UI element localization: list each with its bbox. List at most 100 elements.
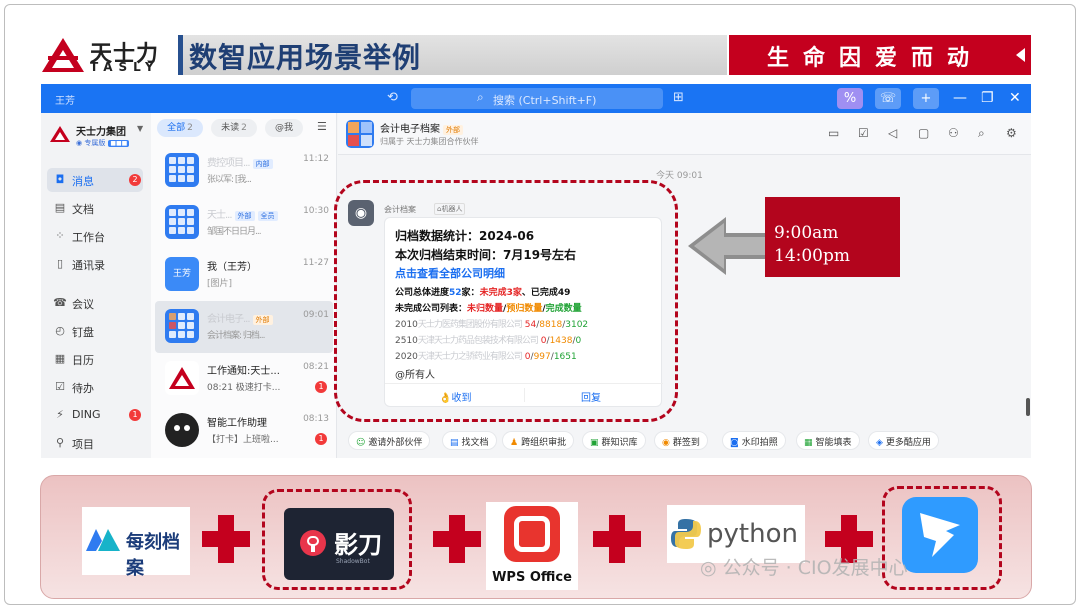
more-apps-button[interactable]: ◈ 更多酷应用 (868, 431, 939, 450)
find-doc-icon: ▤ (450, 438, 459, 448)
search-input[interactable]: ⌕ 搜索 (Ctrl+Shift+F) (411, 88, 663, 109)
conversation-name: 天士... 外部 全员 (207, 206, 278, 221)
wechat-watermark: ◎ 公众号 · CIO发展中心 (700, 557, 908, 579)
minimize-icon[interactable]: — (953, 90, 967, 106)
group-avatar (346, 120, 374, 148)
conversation-item[interactable]: 王芳 我（王芳） [图片] 11-27 (155, 249, 333, 301)
wps-text: WPS Office (492, 570, 572, 585)
conversation-item[interactable]: 天士... 外部 全员 邹国不日日月... 10:30 (155, 197, 333, 249)
ai-assistant-button[interactable]: % (837, 88, 863, 109)
meike-text: 每刻档案 (126, 532, 180, 579)
cross-org-approval-button[interactable]: ♟ 跨组织审批 (502, 431, 575, 450)
chat-title: 会计电子档案 外部 (380, 120, 463, 135)
left-arrow-icon (688, 217, 770, 275)
folder-icon[interactable]: ▢ (918, 126, 929, 140)
find-doc-button[interactable]: ▤ 找文档 (442, 431, 497, 450)
tab-mentions[interactable]: @我 (265, 119, 303, 137)
conversation-item[interactable]: 智能工作助理 【打卡】上班啦... 08:13 1 (155, 405, 333, 457)
conversation-time: 11:12 (303, 154, 329, 164)
add-button[interactable]: + (913, 88, 939, 109)
org-name: 天士力集团 (76, 127, 126, 138)
task-icon[interactable]: ☑ (858, 126, 869, 140)
watermark-photo-button[interactable]: ◙ 水印拍照 (722, 431, 786, 450)
project-icon: ⚲ (55, 436, 65, 449)
page-title: 数智应用场景举例 (189, 41, 422, 74)
conversation-time: 10:30 (303, 206, 329, 216)
slogan-banner: 生命因爱而动 (729, 35, 1031, 75)
settings-gear-icon[interactable]: ⚙ (1006, 126, 1017, 140)
grid-icon: ⁘ (55, 229, 65, 242)
close-icon[interactable]: ✕ (1009, 90, 1021, 106)
org-edition: ◉ 专属版 ■■■ (76, 139, 130, 147)
tasly-mark-icon (42, 38, 84, 72)
left-nav: 天士力集团 ▼ ◉ 专属版 ■■■ ◘ 消息 2 ▤ 文档 ⁘ 工作台 ▯ 通讯录… (41, 113, 151, 458)
live-icon[interactable]: ▭ (828, 126, 839, 140)
meeting-icon: ☎ (53, 296, 67, 309)
org-switcher[interactable]: 天士力集团 ▼ ◉ 专属版 ■■■ (49, 123, 149, 151)
approval-icon: ♟ (510, 438, 519, 448)
conversation-list: 全部 2 未读 2 @我 ☰ 费控项目... 内部 张以军: [我... 11:12 … (151, 113, 337, 458)
contacts-icon: ▯ (56, 257, 64, 270)
nav-item-meeting[interactable]: ☎ 会议 (47, 291, 143, 315)
yingdao-mark-icon (300, 530, 326, 556)
filter-tabs: 全部 2 未读 2 @我 ☰ (151, 119, 337, 139)
conversation-time: 08:13 (303, 414, 329, 424)
conversation-preview: 【打卡】上班啦... (207, 435, 279, 445)
nav-item-docs[interactable]: ▤ 文档 (47, 196, 143, 220)
unread-badge: 2 (129, 174, 141, 186)
nav-item-workbench[interactable]: ⁘ 工作台 (47, 224, 143, 248)
group-avatar (165, 205, 199, 239)
conversation-name: 工作通知:天士... (207, 366, 280, 377)
nav-item-ding[interactable]: ⚡ DING 1 (47, 403, 143, 427)
conversation-time: 08:21 (303, 362, 329, 372)
unread-badge: 1 (315, 381, 327, 393)
conversation-item-selected[interactable]: 会计电子... 外部 会计档案: 归档... 09:01 (155, 301, 333, 353)
nav-item-project[interactable]: ⚲ 项目 (47, 431, 143, 455)
invite-partner-button[interactable]: ☺ 邀请外部伙伴 (348, 431, 431, 450)
org-logo-icon (50, 126, 70, 142)
nav-item-calendar[interactable]: ▦ 日历 (47, 347, 143, 371)
todo-icon: ☑ (55, 380, 65, 393)
nav-item-messages[interactable]: ◘ 消息 2 (47, 168, 143, 192)
nav-item-contacts[interactable]: ▯ 通讯录 (47, 252, 143, 276)
card-highlight-frame (334, 180, 678, 422)
conversation-item[interactable]: 费控项目... 内部 张以军: [我... 11:12 (155, 145, 333, 197)
nav-item-disk[interactable]: ◴ 钉盘 (47, 319, 143, 343)
group-checkin-button[interactable]: ◉ 群签到 (654, 431, 708, 450)
form-icon: ▦ (804, 438, 813, 448)
dingtalk-logo-icon (902, 497, 978, 573)
wechat-icon: ◎ (700, 557, 723, 579)
search-chat-icon[interactable]: ⌕ (978, 126, 985, 141)
nav-item-todo[interactable]: ☑ 待办 (47, 375, 143, 399)
conversation-name: 智能工作助理 (207, 418, 267, 429)
more-apps-icon: ◈ (876, 438, 883, 448)
user-avatar: 王芳 (165, 257, 199, 291)
meike-mark-icon (86, 529, 120, 551)
assistant-avatar (165, 413, 199, 447)
schedule-note: 9:00am 14:00pm (765, 197, 900, 277)
chat-scrollbar[interactable] (1026, 398, 1030, 416)
smart-form-button[interactable]: ▦ 智能填表 (796, 431, 860, 450)
history-icon[interactable]: ⟲ (387, 90, 398, 105)
add-member-icon[interactable]: ⚇ (948, 126, 959, 140)
search-icon: ⌕ (477, 90, 484, 104)
current-user: 王芳 (55, 96, 75, 107)
tab-all[interactable]: 全部 2 (157, 119, 203, 137)
wps-office-logo: WPS Office (486, 502, 578, 590)
camera-icon: ◙ (730, 438, 739, 448)
apps-grid-icon[interactable]: ⊞ (673, 90, 684, 105)
unread-badge: 1 (315, 433, 327, 445)
tab-unread[interactable]: 未读 2 (211, 119, 257, 137)
chat-subtitle: 归属于 天士力集团合作伙伴 (380, 137, 479, 146)
menu-icon[interactable]: ☰ (317, 120, 327, 133)
chat-header: 会计电子档案 外部 归属于 天士力集团合作伙伴 ▭ ☑ ◁ ▢ ⚇ ⌕ ⚙ (338, 113, 1031, 155)
announce-icon[interactable]: ◁ (888, 126, 897, 140)
headset-button[interactable]: ☏ (875, 88, 901, 109)
page-title-bar: 数智应用场景举例 (178, 35, 727, 75)
chevron-down-icon: ▼ (137, 124, 144, 133)
conversation-item[interactable]: 工作通知:天士... 08:21 极速打卡... 08:21 1 (155, 353, 333, 405)
plus-icon (202, 515, 250, 563)
wps-mark-icon (504, 506, 560, 562)
group-kb-button[interactable]: ▣ 群知识库 (582, 431, 646, 450)
restore-icon[interactable]: ❐ (981, 90, 994, 106)
